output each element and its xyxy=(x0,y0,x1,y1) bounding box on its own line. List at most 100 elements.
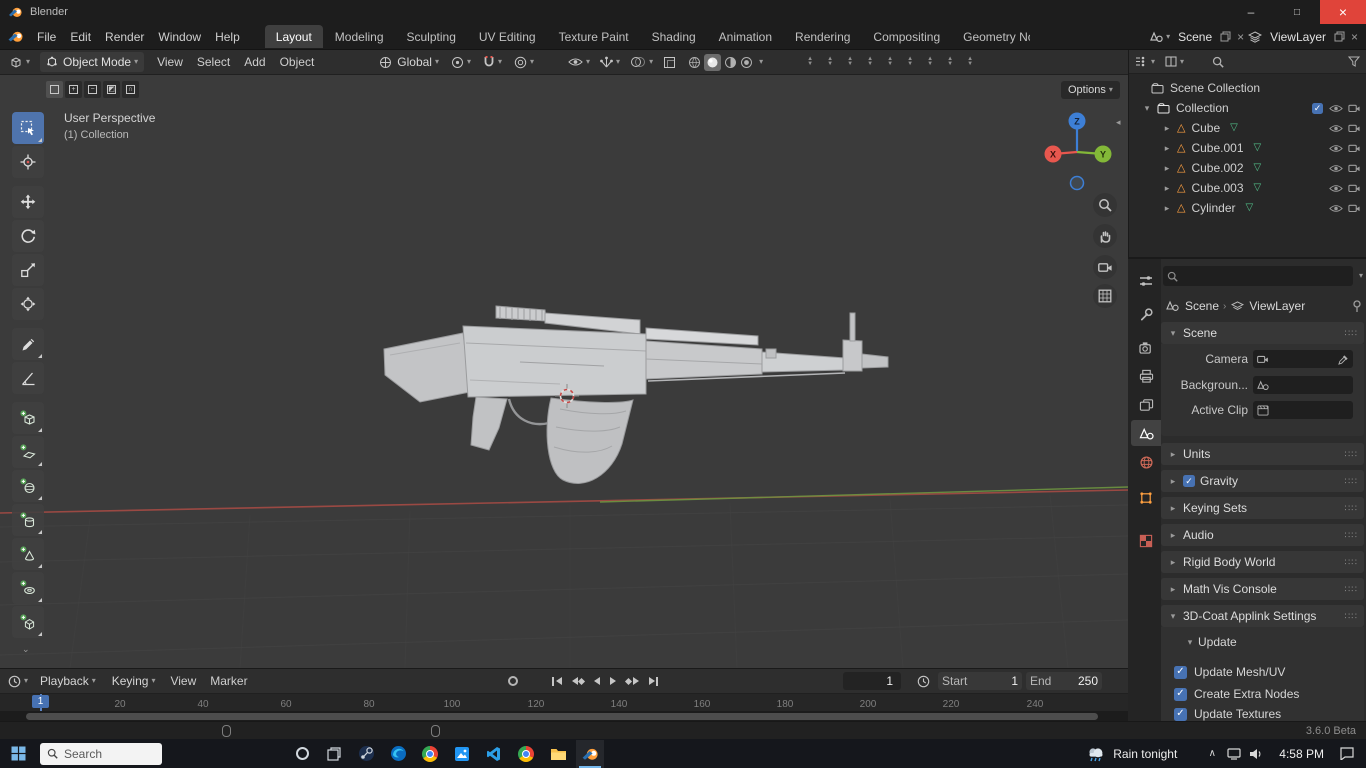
tool-move[interactable] xyxy=(12,186,44,218)
check-row-create-nodes[interactable]: ✓ Create Extra Nodes xyxy=(1174,685,1299,703)
menu-render[interactable]: Render xyxy=(98,24,151,50)
breadcrumb-viewlayer[interactable]: ViewLayer xyxy=(1249,299,1305,313)
update-textures-checkbox[interactable]: ✓ xyxy=(1174,707,1187,721)
panel-scene-header[interactable]: ▾ Scene ∷∷ xyxy=(1161,322,1364,344)
outliner-row-object[interactable]: ▸ △ Cube.002 ▽ xyxy=(1129,158,1366,178)
panel-audio[interactable]: ▸ Audio ∷∷ xyxy=(1161,524,1364,546)
panel-drag-dots[interactable]: ∷∷ xyxy=(1345,476,1358,487)
tool-add-cylinder[interactable] xyxy=(12,504,44,536)
hide-eye-icon[interactable] xyxy=(1329,204,1343,213)
overlays-dropdown[interactable]: ▾ xyxy=(630,56,653,68)
panel-gravity[interactable]: ▸ ✓ Gravity ∷∷ xyxy=(1161,470,1364,492)
active-clip-field[interactable] xyxy=(1253,401,1353,419)
workspace-tab-texture-paint[interactable]: Texture Paint xyxy=(548,25,640,48)
tool-add-torus[interactable] xyxy=(12,572,44,604)
outliner-row-object[interactable]: ▸ △ Cube.001 ▽ xyxy=(1129,138,1366,158)
shading-solid-button[interactable] xyxy=(704,53,722,71)
panel-drag-dots[interactable]: ∷∷ xyxy=(1345,611,1358,622)
next-keyframe-button[interactable] xyxy=(621,671,644,691)
select-mode-subtract[interactable]: − xyxy=(84,81,101,98)
viewport-menu-select[interactable]: Select xyxy=(190,50,237,75)
ortho-toggle-button[interactable] xyxy=(1093,284,1117,308)
subpanel-disclosure[interactable]: ▾ xyxy=(1184,637,1196,648)
header-stepper-widget[interactable]: ▲ ▼ xyxy=(883,53,897,71)
viewport-menu-object[interactable]: Object xyxy=(273,50,322,75)
prev-keyframe-button[interactable] xyxy=(567,671,590,691)
transform-orientation-dropdown[interactable]: Global ▾ xyxy=(379,55,439,69)
volume-icon[interactable] xyxy=(1245,740,1267,768)
properties-options-chevron[interactable]: ▾ xyxy=(1359,272,1363,280)
network-icon[interactable] xyxy=(1223,740,1245,768)
play-reverse-button[interactable] xyxy=(589,671,605,691)
tool-annotate[interactable] xyxy=(12,328,44,360)
gizmos-dropdown[interactable]: ▾ xyxy=(600,56,620,69)
panel-rigid-body-world[interactable]: ▸ Rigid Body World ∷∷ xyxy=(1161,551,1364,573)
start-button[interactable] xyxy=(4,740,32,768)
shading-wireframe-button[interactable] xyxy=(688,56,701,69)
workspace-tab-compositing[interactable]: Compositing xyxy=(862,25,951,48)
options-button[interactable]: Options ▾ xyxy=(1061,81,1120,99)
playhead-label[interactable]: 1 xyxy=(32,695,49,708)
tool-select-box[interactable] xyxy=(12,112,44,144)
viewport[interactable]: + − ◩ ∩ Options ▾ User Perspective (1) C… xyxy=(0,75,1128,668)
render-camera-icon[interactable] xyxy=(1348,183,1361,193)
panel-drag-dots[interactable]: ∷∷ xyxy=(1345,584,1358,595)
outliner-row-object[interactable]: ▸ △ Cube ▽ xyxy=(1129,118,1366,138)
use-preview-range-icon[interactable] xyxy=(917,675,930,688)
header-stepper-widget[interactable]: ▲ ▼ xyxy=(943,53,957,71)
select-mode-extend[interactable]: + xyxy=(65,81,82,98)
header-stepper-widget[interactable]: ▲ ▼ xyxy=(843,53,857,71)
panel-disclosure[interactable]: ▸ xyxy=(1165,557,1181,568)
object-disclosure[interactable]: ▸ xyxy=(1161,183,1173,194)
xray-toggle[interactable] xyxy=(663,56,676,69)
app-icon-explorer[interactable] xyxy=(544,740,572,768)
toolbar-expand-chevron[interactable]: ⌄ xyxy=(22,644,30,655)
tool-scale[interactable] xyxy=(12,254,44,286)
render-camera-icon[interactable] xyxy=(1348,163,1361,173)
panel-applink-header[interactable]: ▾ 3D-Coat Applink Settings ∷∷ xyxy=(1161,605,1364,627)
gravity-checkbox[interactable]: ✓ xyxy=(1183,475,1195,487)
copy-icon[interactable] xyxy=(1220,31,1231,42)
end-frame-field[interactable]: End 250 xyxy=(1026,672,1102,690)
outliner-row-scene-collection[interactable]: Scene Collection xyxy=(1129,78,1366,98)
shading-material-button[interactable] xyxy=(724,56,737,69)
menu-file[interactable]: File xyxy=(30,24,63,50)
app-icon-edge[interactable] xyxy=(384,740,412,768)
scene-datablock-selector[interactable]: ▾ Scene × xyxy=(1150,30,1244,44)
tab-texture[interactable] xyxy=(1131,528,1161,554)
properties-search-field[interactable] xyxy=(1163,266,1353,286)
header-stepper-widget[interactable]: ▲ ▼ xyxy=(823,53,837,71)
panel-disclosure[interactable]: ▸ xyxy=(1165,476,1181,487)
tool-add-cube[interactable] xyxy=(12,402,44,434)
header-stepper-widget[interactable]: ▲ ▼ xyxy=(903,53,917,71)
panel-disclosure[interactable]: ▸ xyxy=(1165,449,1181,460)
jump-to-end-button[interactable] xyxy=(644,671,664,691)
object-disclosure[interactable]: ▸ xyxy=(1161,163,1173,174)
tab-scene[interactable] xyxy=(1131,420,1161,446)
create-nodes-checkbox[interactable]: ✓ xyxy=(1174,687,1187,701)
hide-eye-icon[interactable] xyxy=(1329,164,1343,173)
tool-add-icosphere[interactable] xyxy=(12,606,44,638)
panel-disclosure[interactable]: ▸ xyxy=(1165,584,1181,595)
collection-checkbox[interactable]: ✓ xyxy=(1312,102,1323,114)
workspace-tab-layout[interactable]: Layout xyxy=(264,25,323,48)
outliner-row-object[interactable]: ▸ △ Cylinder ▽ xyxy=(1129,198,1366,218)
viewport-menu-add[interactable]: Add xyxy=(237,50,272,75)
tray-chevron-icon[interactable]: ∧ xyxy=(1201,740,1223,768)
timeline-editor-type-button[interactable]: ▾ xyxy=(0,675,32,688)
collection-disclosure[interactable]: ▾ xyxy=(1141,103,1153,114)
viewlayer-datablock-selector[interactable]: ViewLayer × xyxy=(1248,30,1358,44)
keying-dropdown[interactable]: Keying ▾ xyxy=(104,674,164,688)
panel-drag-dots[interactable]: ∷∷ xyxy=(1345,328,1358,339)
action-center-icon[interactable] xyxy=(1336,740,1358,768)
tool-measure[interactable] xyxy=(12,362,44,394)
outliner-filter-icon[interactable] xyxy=(1348,56,1360,67)
play-button[interactable] xyxy=(605,671,621,691)
hide-eye-icon[interactable] xyxy=(1329,104,1343,113)
proportional-edit-toggle[interactable]: ▾ xyxy=(514,56,534,69)
workspace-tab-modeling[interactable]: Modeling xyxy=(324,25,395,48)
tab-output[interactable] xyxy=(1131,363,1161,389)
tool-transform[interactable] xyxy=(12,288,44,320)
app-icon-vscode[interactable] xyxy=(480,740,508,768)
app-icon-chrome[interactable] xyxy=(416,740,444,768)
